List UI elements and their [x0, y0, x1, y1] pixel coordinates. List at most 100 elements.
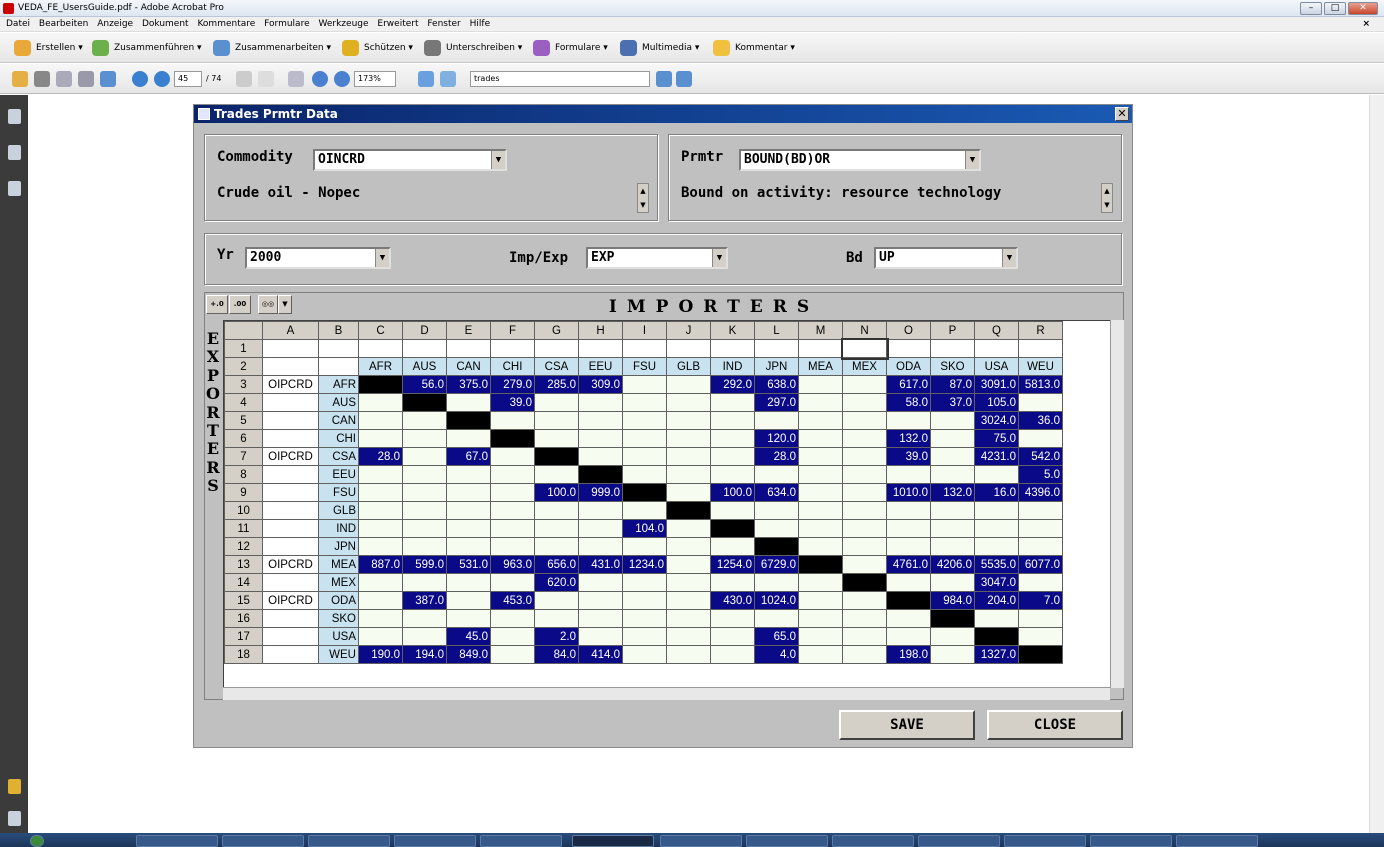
trade-value-cell[interactable]: 849.0 — [446, 645, 491, 664]
trade-value-cell[interactable] — [358, 393, 403, 412]
trade-value-cell[interactable] — [842, 483, 887, 502]
trade-value-cell[interactable] — [974, 609, 1019, 628]
row-header[interactable]: 6 — [224, 429, 263, 448]
taskbar-button[interactable] — [1090, 835, 1172, 847]
trade-value-cell[interactable] — [974, 519, 1019, 538]
grid-cell[interactable] — [262, 339, 319, 358]
column-header-p[interactable]: P — [930, 321, 975, 340]
trade-value-cell[interactable] — [710, 429, 755, 448]
trade-value-cell[interactable] — [578, 519, 623, 538]
exporter-region-cell[interactable]: CAN — [318, 411, 359, 430]
trade-value-cell[interactable] — [754, 465, 799, 484]
trade-value-cell[interactable] — [930, 645, 975, 664]
trade-value-cell[interactable] — [798, 537, 843, 556]
taskbar-button[interactable] — [1004, 835, 1086, 847]
trade-value-cell[interactable] — [490, 609, 535, 628]
column-header-h[interactable]: H — [578, 321, 623, 340]
trade-value-cell[interactable] — [490, 519, 535, 538]
trade-value-cell[interactable] — [622, 501, 667, 520]
importer-region-header[interactable]: GLB — [666, 357, 711, 376]
trade-value-cell[interactable] — [622, 537, 667, 556]
trade-value-cell[interactable] — [534, 609, 579, 628]
trade-value-cell[interactable] — [666, 519, 711, 538]
row-header[interactable]: 17 — [224, 627, 263, 646]
diagonal-blocked-cell[interactable] — [754, 537, 799, 556]
trade-value-cell[interactable] — [490, 447, 535, 466]
trade-value-cell[interactable] — [666, 411, 711, 430]
unterschreiben-button[interactable]: Unterschreiben ▾ — [424, 39, 522, 57]
trade-value-cell[interactable] — [1018, 573, 1063, 592]
trade-value-cell[interactable]: 1327.0 — [974, 645, 1019, 664]
binoculars-find-icon[interactable]: ◎◎ — [258, 295, 278, 314]
chevron-down-icon[interactable]: ▼ — [965, 151, 979, 169]
trade-value-cell[interactable] — [622, 609, 667, 628]
trade-value-cell[interactable]: 204.0 — [974, 591, 1019, 610]
print-icon[interactable] — [34, 71, 50, 87]
diagonal-blocked-cell[interactable] — [974, 627, 1019, 646]
trade-value-cell[interactable] — [886, 537, 931, 556]
diagonal-blocked-cell[interactable] — [490, 429, 535, 448]
grid-cell[interactable] — [930, 339, 975, 358]
trade-value-cell[interactable] — [1018, 501, 1063, 520]
column-header-f[interactable]: F — [490, 321, 535, 340]
trade-value-cell[interactable] — [578, 573, 623, 592]
exporter-region-cell[interactable]: SKO — [318, 609, 359, 628]
increase-decimals-icon[interactable]: +.0 — [206, 295, 228, 314]
row-header[interactable]: 14 — [224, 573, 263, 592]
exporter-region-cell[interactable]: FSU — [318, 483, 359, 502]
row-header[interactable]: 15 — [224, 591, 263, 610]
menu-formulare[interactable]: Formulare — [264, 19, 309, 29]
share-icon[interactable] — [100, 71, 116, 87]
exporter-region-cell[interactable]: IND — [318, 519, 359, 538]
trade-value-cell[interactable] — [446, 393, 491, 412]
trade-value-cell[interactable] — [842, 411, 887, 430]
grid-cell[interactable] — [666, 339, 711, 358]
trade-value-cell[interactable]: 453.0 — [490, 591, 535, 610]
next-page-icon[interactable] — [154, 71, 170, 87]
trade-value-cell[interactable] — [358, 573, 403, 592]
commodity-cell[interactable] — [262, 645, 319, 664]
trade-value-cell[interactable] — [842, 645, 887, 664]
row-header[interactable]: 13 — [224, 555, 263, 574]
trade-value-cell[interactable] — [798, 609, 843, 628]
column-header-j[interactable]: J — [666, 321, 711, 340]
trade-value-cell[interactable] — [358, 465, 403, 484]
trade-value-cell[interactable] — [930, 627, 975, 646]
commodity-cell[interactable] — [262, 537, 319, 556]
trade-value-cell[interactable] — [710, 411, 755, 430]
grid-cell[interactable] — [490, 339, 535, 358]
chevron-down-icon[interactable]: ▼ — [1002, 249, 1016, 267]
trade-value-cell[interactable]: 531.0 — [446, 555, 491, 574]
trade-value-cell[interactable] — [886, 519, 931, 538]
trade-value-cell[interactable] — [622, 393, 667, 412]
trade-value-cell[interactable] — [490, 627, 535, 646]
trade-value-cell[interactable]: 656.0 — [534, 555, 579, 574]
trade-value-cell[interactable]: 132.0 — [886, 429, 931, 448]
menu-datei[interactable]: Datei — [6, 19, 30, 29]
pages-panel-icon[interactable] — [8, 109, 21, 124]
exporter-region-cell[interactable]: CSA — [318, 447, 359, 466]
trade-value-cell[interactable]: 4.0 — [754, 645, 799, 664]
prmtr-dropdown[interactable]: BOUND(BD)OR ▼ — [739, 149, 981, 171]
grid-cell[interactable] — [974, 339, 1019, 358]
diagonal-blocked-cell[interactable] — [1018, 645, 1063, 664]
trade-value-cell[interactable] — [842, 375, 887, 394]
trade-value-cell[interactable] — [534, 393, 579, 412]
importer-region-header[interactable]: EEU — [578, 357, 623, 376]
exporter-region-cell[interactable]: JPN — [318, 537, 359, 556]
trade-value-cell[interactable]: 375.0 — [446, 375, 491, 394]
taskbar-button[interactable] — [1176, 835, 1258, 847]
commodity-cell[interactable]: OIPCRD — [262, 591, 319, 610]
trade-value-cell[interactable] — [446, 519, 491, 538]
trade-value-cell[interactable] — [358, 627, 403, 646]
chevron-down-icon[interactable]: ▼ — [375, 249, 389, 267]
trade-value-cell[interactable] — [798, 501, 843, 520]
column-header-e[interactable]: E — [446, 321, 491, 340]
schuetzen-button[interactable]: Schützen ▾ — [342, 39, 413, 57]
trade-value-cell[interactable] — [798, 627, 843, 646]
menu-werkzeuge[interactable]: Werkzeuge — [318, 19, 368, 29]
commodity-dropdown[interactable]: OINCRD ▼ — [313, 149, 507, 171]
column-header-n[interactable]: N — [842, 321, 887, 340]
trade-value-cell[interactable]: 620.0 — [534, 573, 579, 592]
trade-value-cell[interactable]: 39.0 — [886, 447, 931, 466]
